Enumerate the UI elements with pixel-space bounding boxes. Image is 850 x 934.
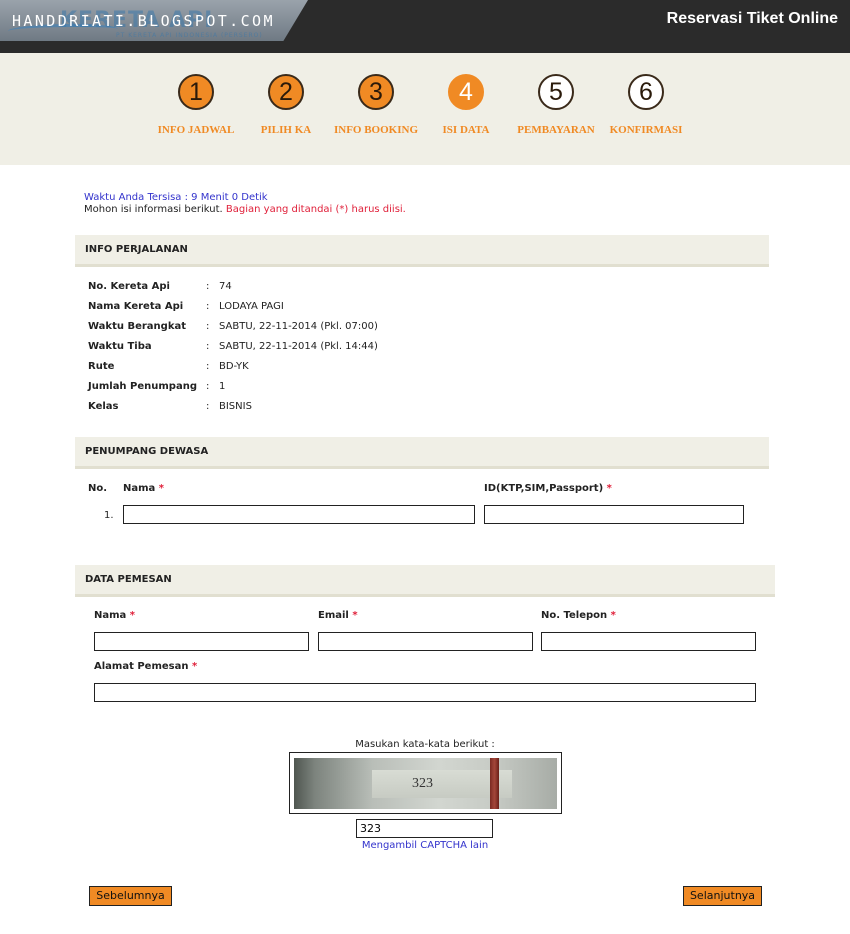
top-header: KERETA API PT KERETA API INDONESIA (PERS…	[0, 0, 850, 53]
captcha-image: 323	[294, 758, 557, 809]
watermark-text: HANDDRIATI.BLOGSPOT.COM	[12, 12, 275, 30]
info-value: BD-YK	[219, 361, 249, 372]
booker-phone-label: No. Telepon *	[541, 610, 616, 621]
section-header-booker-data: DATA PEMESAN	[75, 565, 775, 597]
section-header-trip-info: INFO PERJALANAN	[75, 235, 769, 267]
instruction-main: Mohon isi informasi berikut.	[84, 204, 226, 215]
info-colon: :	[206, 361, 210, 372]
label-text: Alamat Pemesan	[94, 661, 189, 672]
booker-name-label: Nama *	[94, 610, 135, 621]
info-colon: :	[206, 321, 210, 332]
previous-button[interactable]: Sebelumnya	[89, 886, 172, 906]
booker-phone-input[interactable]	[541, 632, 756, 651]
step-label: KONFIRMASI	[609, 124, 683, 136]
step-number-3: 3	[358, 74, 394, 110]
section-title: DATA PEMESAN	[85, 574, 172, 585]
column-header-id: ID(KTP,SIM,Passport) *	[484, 483, 612, 494]
label-text: Nama	[94, 610, 127, 621]
required-mark: *	[129, 610, 136, 621]
time-remaining: Waktu Anda Tersisa : 9 Menit 0 Detik	[84, 192, 268, 203]
info-colon: :	[206, 341, 210, 352]
step-number-4: 4	[448, 74, 484, 110]
info-value: SABTU, 22-11-2014 (Pkl. 14:44)	[219, 341, 378, 352]
required-mark: *	[158, 483, 165, 494]
info-value: 74	[219, 281, 232, 292]
info-label: Kelas	[88, 401, 119, 412]
info-value: 1	[219, 381, 226, 392]
required-mark: *	[352, 610, 358, 621]
step-number-6: 6	[628, 74, 664, 110]
required-mark: *	[606, 483, 612, 494]
progress-steps: 1 INFO JADWAL 2 PILIH KA 3 INFO BOOKING …	[0, 53, 850, 165]
passenger-id-input[interactable]	[484, 505, 744, 524]
info-label: Nama Kereta Api	[88, 301, 184, 312]
info-value: LODAYA PAGI	[219, 301, 284, 312]
captcha-input[interactable]	[356, 819, 493, 838]
captcha-frame: 323	[289, 752, 562, 814]
info-colon: :	[206, 301, 210, 312]
next-button[interactable]: Selanjutnya	[683, 886, 762, 906]
section-title: INFO PERJALANAN	[85, 244, 188, 255]
required-mark: *	[610, 610, 616, 621]
section-header-adult-passengers: PENUMPANG DEWASA	[75, 437, 769, 469]
captcha-prompt: Masukan kata-kata berikut :	[355, 739, 495, 750]
step-number-2: 2	[268, 74, 304, 110]
booker-email-input[interactable]	[318, 632, 533, 651]
booker-name-input[interactable]	[94, 632, 309, 651]
column-header-no: No.	[88, 483, 108, 494]
info-label: No. Kereta Api	[88, 281, 170, 292]
section-title: PENUMPANG DEWASA	[85, 446, 209, 457]
step-number-5: 5	[538, 74, 574, 110]
info-label: Waktu Tiba	[88, 341, 152, 352]
info-label: Jumlah Penumpang	[88, 381, 197, 392]
captcha-image-text: 323	[412, 776, 433, 791]
page-title: Reservasi Tiket Online	[666, 10, 838, 27]
required-note: Bagian yang ditandai (*) harus diisi.	[225, 204, 406, 215]
info-label: Waktu Berangkat	[88, 321, 186, 332]
info-colon: :	[206, 281, 210, 292]
info-colon: :	[206, 381, 210, 392]
captcha-bar	[490, 758, 499, 809]
step-konfirmasi: 6 KONFIRMASI	[586, 74, 706, 136]
label-text: ID(KTP,SIM,Passport)	[484, 483, 604, 494]
logo-subtext: PT KERETA API INDONESIA (PERSERO)	[116, 32, 263, 39]
info-colon: :	[206, 401, 210, 412]
passenger-name-input[interactable]	[123, 505, 475, 524]
label-text: No. Telepon	[541, 610, 608, 621]
captcha-refresh-link[interactable]: Mengambil CAPTCHA lain	[290, 840, 560, 851]
step-number-1: 1	[178, 74, 214, 110]
info-value: SABTU, 22-11-2014 (Pkl. 07:00)	[219, 321, 378, 332]
booker-address-label: Alamat Pemesan *	[94, 661, 197, 672]
info-label: Rute	[88, 361, 115, 372]
label-text: Email	[318, 610, 349, 621]
required-mark: *	[191, 661, 198, 672]
label-text: Nama	[123, 483, 156, 494]
info-value: BISNIS	[219, 401, 252, 412]
column-header-name: Nama *	[123, 483, 164, 494]
booker-email-label: Email *	[318, 610, 358, 621]
booker-address-input[interactable]	[94, 683, 756, 702]
passenger-row-number: 1.	[104, 510, 114, 521]
instruction-text: Mohon isi informasi berikut. Bagian yang…	[84, 204, 406, 215]
